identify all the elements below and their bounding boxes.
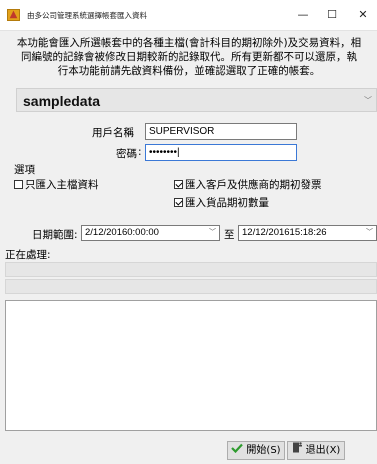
date-to-picker[interactable]: 12/12/201615:18:26 ﹀ [238,225,377,241]
date-range-label: 日期範圍: [32,229,78,241]
exit-button[interactable]: 退出(X) [287,441,345,460]
window-title: 由多公司管理系統選擇帳套匯入資料 [27,11,147,20]
company-select-value: sampledata [23,93,101,109]
warning-notice: 本功能會匯入所選帳套中的各種主檔(會計科目的期初除外)及交易資料，相 同編號的記… [10,36,368,78]
app-logo-icon: ▲ [7,9,20,21]
username-colon: : [126,125,130,137]
password-value: •••••••• [149,147,178,158]
password-label: 密碼 [116,148,137,160]
only-master-label: 只匯入主檔資料 [25,179,99,191]
date-to-value: 12/12/201615:18:26 [242,227,327,238]
date-from-value: 2/12/20160:00:00 [85,227,159,238]
opening-qty-box [174,198,183,207]
chevron-down-icon: ﹀ [209,229,216,236]
only-master-checkbox[interactable]: 只匯入主檔資料 [14,177,99,192]
options-title: 選項 [14,164,35,176]
processing-label: 正在處理: [5,249,51,261]
maximize-button[interactable]: ☐ [320,6,344,24]
opening-invoices-label: 匯入客戶及供應商的期初發票 [185,179,322,191]
processing-log[interactable] [5,300,377,431]
opening-qty-checkbox[interactable]: 匯入貨品期初數量 [174,195,269,210]
notice-line-3: 行本功能前請先啟資料備份，並確認選取了正確的帳套。 [57,65,321,77]
chevron-down-icon: ﹀ [364,96,372,105]
notice-line-2: 同編號的記錄會被修改日期較新的記錄取代。所有更新都不可以還原，執 [21,51,357,63]
opening-qty-label: 匯入貨品期初數量 [185,197,269,209]
minimize-button[interactable]: — [291,6,315,24]
close-button[interactable]: ✕ [351,6,375,24]
progress-bar-main [5,262,377,277]
notice-line-1: 本功能會匯入所選帳套中的各種主檔(會計科目的期初除外)及交易資料，相 [16,37,362,49]
company-select[interactable]: sampledata ﹀ [16,88,377,112]
text-cursor: | [177,147,180,158]
start-button-label: 開始(S) [246,445,281,456]
opening-invoices-box [174,180,183,189]
start-button[interactable]: 開始(S) [227,441,285,460]
only-master-box [14,180,23,189]
title-bar: ▲ 由多公司管理系統選擇帳套匯入資料 — ☐ ✕ [0,0,377,31]
opening-invoices-checkbox[interactable]: 匯入客戶及供應商的期初發票 [174,177,322,192]
date-to-label: 至 [224,229,235,241]
password-input[interactable]: ••••••••| [145,144,297,161]
date-from-picker[interactable]: 2/12/20160:00:00 ﹀ [81,225,220,241]
chevron-down-icon: ﹀ [366,229,373,236]
progress-bar-sub [5,279,377,294]
exit-button-label: 退出(X) [305,445,341,456]
checkmark-icon [231,442,244,459]
username-input[interactable]: SUPERVISOR [145,123,297,140]
exit-door-icon [292,442,303,459]
password-colon: : [138,146,142,158]
